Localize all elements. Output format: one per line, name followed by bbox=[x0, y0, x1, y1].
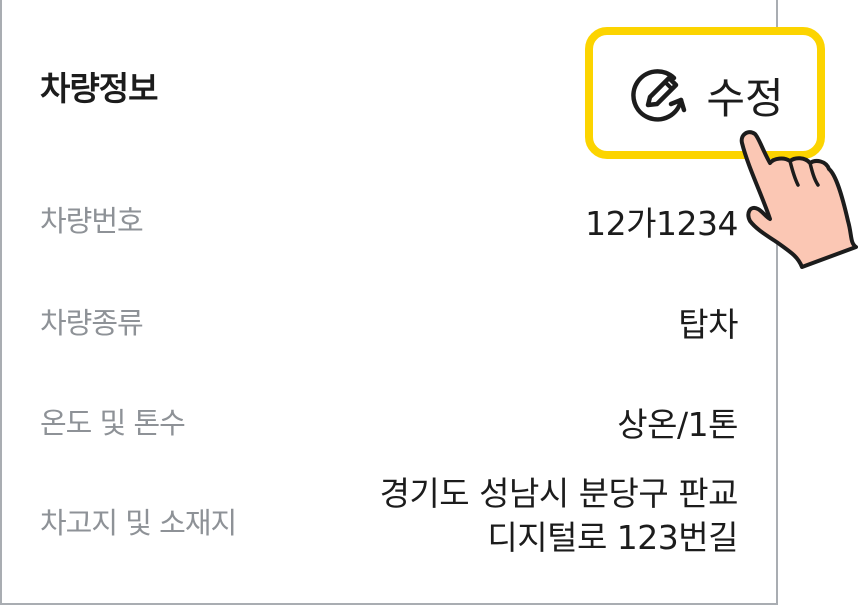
row-label-temperature-tonnage: 온도 및 톤수 bbox=[40, 406, 186, 440]
edit-button-label: 수정 bbox=[706, 73, 784, 123]
section-title: 차량정보 bbox=[40, 69, 158, 108]
row-label-vehicle-number: 차량번호 bbox=[40, 204, 144, 238]
row-value-garage-location-line-1: 경기도 성남시 분당구 판교 bbox=[379, 474, 739, 513]
row-label-vehicle-type: 차량종류 bbox=[40, 306, 144, 340]
pointing-hand-icon bbox=[739, 130, 858, 269]
row-value-vehicle-type: 탑차 bbox=[678, 305, 738, 344]
row-value-garage-location: 경기도 성남시 분당구 판교 디지털로 123번길 bbox=[379, 472, 739, 560]
edit-pencil-refresh-icon bbox=[631, 69, 687, 122]
row-value-vehicle-number: 12가1234 bbox=[585, 204, 738, 243]
row-value-temperature-tonnage: 상온/1톤 bbox=[617, 405, 738, 444]
row-label-garage-location: 차고지 및 소재지 bbox=[40, 506, 237, 540]
screen: 차량정보 수정 차량번호 12가1234 차량종류 탑차 온도 및 톤수 상온/… bbox=[0, 0, 858, 608]
row-value-garage-location-line-2: 디지털로 123번길 bbox=[487, 518, 738, 557]
